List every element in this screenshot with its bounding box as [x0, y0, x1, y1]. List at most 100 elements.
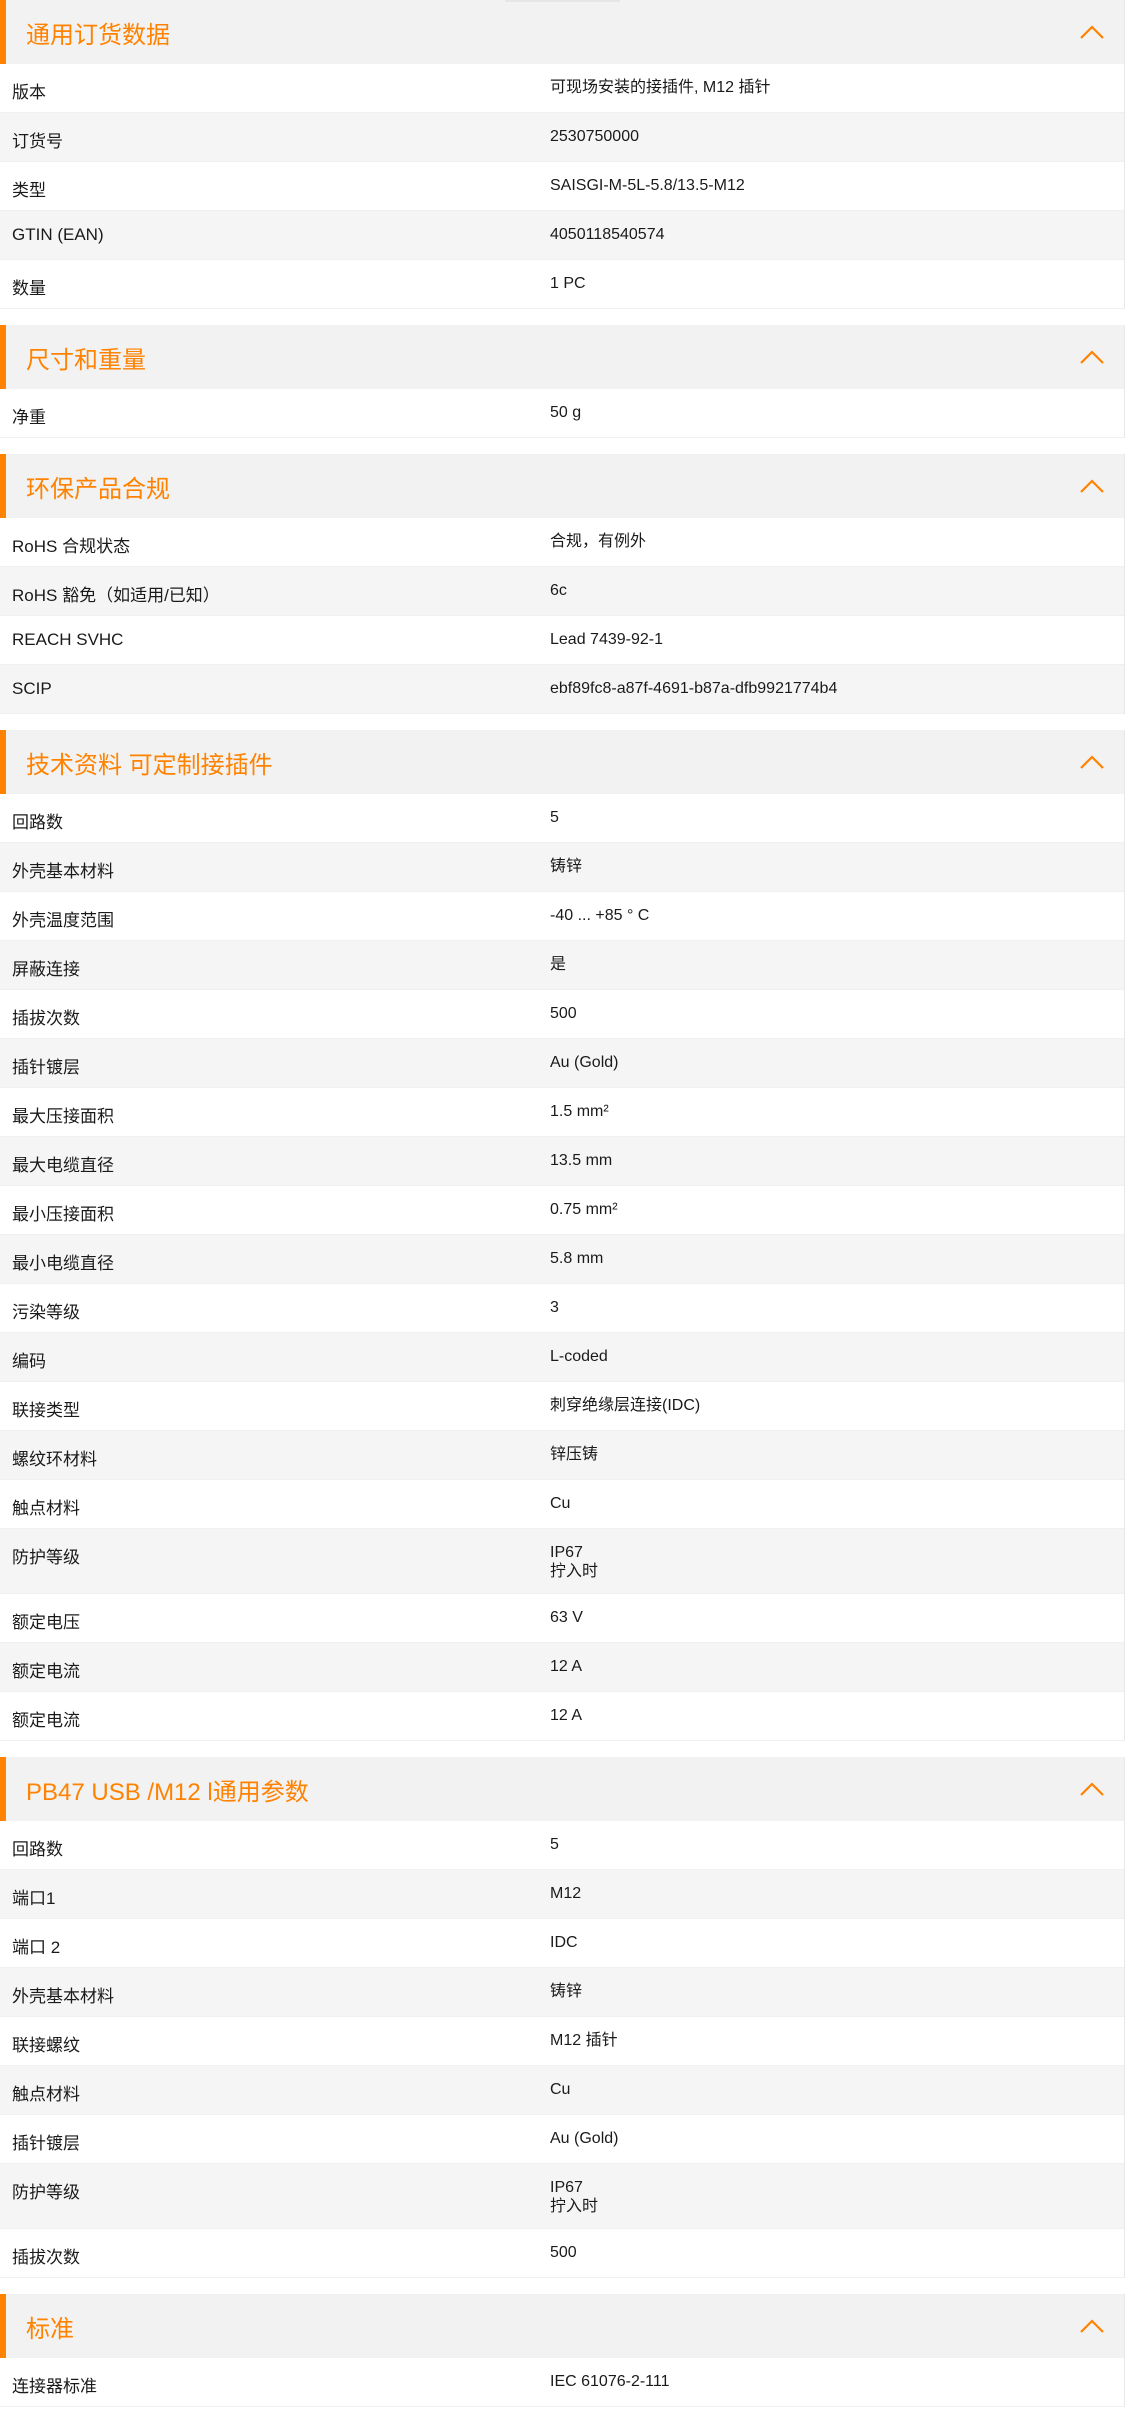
- row-value: 12 A: [550, 1707, 583, 1724]
- section-table: 回路数 5 外壳基本材料 铸锌 外壳温度范围 -40 ... +85 ° C 屏蔽连接 是插拔…: [0, 794, 1124, 1741]
- spec-section: 尺寸和重量净重 50 g: [0, 325, 1125, 438]
- row-value: -40 ... +85 ° C: [550, 907, 650, 924]
- row-value: 50 g: [550, 404, 582, 421]
- row-value: IP67 拧入时: [550, 2179, 599, 2215]
- section-header[interactable]: 标准: [0, 2294, 1124, 2358]
- row-value: 13.5 mm: [550, 1152, 613, 1169]
- row-value: M12 插针: [550, 2032, 618, 2049]
- top-divider: [505, 0, 620, 2]
- table-row: 额定电流 12 A: [0, 1643, 1124, 1692]
- row-value: 刺穿绝缘层连接(IDC): [550, 1397, 701, 1414]
- row-value: 1 PC: [550, 275, 586, 292]
- section-title: 技术资料 可定制接插件: [26, 751, 273, 779]
- row-label: 数量: [12, 279, 46, 298]
- table-row: 插针镀层 Au (Gold): [0, 2115, 1124, 2164]
- table-row: 编码 L-coded: [0, 1333, 1124, 1382]
- spec-section: 标准 连接器标准 IEC 61076-2-111: [0, 2294, 1125, 2407]
- row-value: 5: [550, 809, 559, 826]
- row-label: 端口1: [12, 1889, 56, 1908]
- row-value: 12 A: [550, 1658, 583, 1675]
- table-row: 插拔次数 500: [0, 2229, 1124, 2278]
- row-label: RoHS 豁免（如适用/已知）: [12, 586, 220, 605]
- row-label: 最大电缆直径: [12, 1156, 114, 1175]
- chevron-up-icon[interactable]: [1076, 746, 1108, 778]
- row-label: 净重: [12, 408, 46, 427]
- table-row: RoHS 豁免（如适用/已知） 6c: [0, 567, 1124, 616]
- spec-section: 通用订货数据 版本 可现场安装的接插件, M12 插针 订货号 2530750000 类型…: [0, 0, 1125, 309]
- row-value: 铸锌: [550, 1983, 583, 2000]
- table-row: 连接器标准 IEC 61076-2-111: [0, 2358, 1124, 2407]
- row-label: 额定电流: [12, 1711, 80, 1730]
- row-value: 6c: [550, 582, 567, 599]
- chevron-up-icon[interactable]: [1076, 1773, 1108, 1805]
- row-value: 铸锌: [550, 858, 583, 875]
- row-value: 500: [550, 2244, 577, 2261]
- row-label: RoHS 合规状态: [12, 537, 131, 556]
- table-row: 最小电缆直径 5.8 mm: [0, 1235, 1124, 1284]
- row-value: 锌压铸: [550, 1446, 599, 1463]
- table-row: 端口 2 IDC: [0, 1919, 1124, 1968]
- row-value: IP67 拧入时: [550, 1544, 599, 1580]
- section-header[interactable]: 环保产品合规: [0, 454, 1124, 518]
- table-row: RoHS 合规状态 合规，有例外: [0, 518, 1124, 567]
- row-value: Lead 7439-92-1: [550, 631, 663, 648]
- section-header[interactable]: 通用订货数据: [0, 0, 1124, 64]
- row-label: 螺纹环材料: [12, 1450, 97, 1469]
- section-title: 通用订货数据: [26, 21, 170, 49]
- section-title: 尺寸和重量: [26, 346, 146, 374]
- table-row: 插针镀层 Au (Gold): [0, 1039, 1124, 1088]
- table-row: 插拔次数 500: [0, 990, 1124, 1039]
- row-value: Cu: [550, 2081, 571, 2098]
- row-value: ebf89fc8-a87f-4691-b87a-dfb9921774b4: [550, 680, 838, 697]
- row-label: 连接器标准: [12, 2377, 97, 2396]
- chevron-up-icon[interactable]: [1076, 2310, 1108, 2342]
- table-row: 回路数 5: [0, 1821, 1124, 1870]
- row-value: 5: [550, 1836, 559, 1853]
- chevron-up-icon[interactable]: [1076, 16, 1108, 48]
- row-label: 回路数: [12, 1840, 63, 1859]
- table-row: 联接类型 刺穿绝缘层连接(IDC): [0, 1382, 1124, 1431]
- chevron-up-icon[interactable]: [1076, 470, 1108, 502]
- row-label: 额定电流: [12, 1662, 80, 1681]
- table-row: 防护等级 IP67 拧入时: [0, 2164, 1124, 2229]
- table-row: 外壳基本材料 铸锌: [0, 843, 1124, 892]
- row-value: 0.75 mm²: [550, 1201, 618, 1218]
- row-label: 最小电缆直径: [12, 1254, 114, 1273]
- section-header[interactable]: 尺寸和重量: [0, 325, 1124, 389]
- section-title: 环保产品合规: [26, 475, 170, 503]
- table-row: 触点材料 Cu: [0, 2066, 1124, 2115]
- table-row: 防护等级 IP67 拧入时: [0, 1529, 1124, 1594]
- table-row: SCIP ebf89fc8-a87f-4691-b87a-dfb9921774b4: [0, 665, 1124, 714]
- row-value: L-coded: [550, 1348, 608, 1365]
- table-row: 数量 1 PC: [0, 260, 1124, 309]
- table-row: 端口1 M12: [0, 1870, 1124, 1919]
- table-row: REACH SVHC Lead 7439-92-1: [0, 616, 1124, 665]
- row-value: 2530750000: [550, 128, 639, 145]
- table-row: 回路数 5: [0, 794, 1124, 843]
- section-header[interactable]: 技术资料 可定制接插件: [0, 730, 1124, 794]
- spec-page: 通用订货数据 版本 可现场安装的接插件, M12 插针 订货号 2530750000 类型…: [0, 0, 1125, 2407]
- row-label: 订货号: [12, 132, 63, 151]
- row-label: 插拔次数: [12, 1009, 80, 1028]
- table-row: 螺纹环材料 锌压铸: [0, 1431, 1124, 1480]
- row-value: 1.5 mm²: [550, 1103, 609, 1120]
- row-value: 是: [550, 956, 567, 973]
- table-row: 最大电缆直径 13.5 mm: [0, 1137, 1124, 1186]
- row-value: IDC: [550, 1934, 578, 1951]
- row-value: 5.8 mm: [550, 1250, 604, 1267]
- row-label: 联接类型: [12, 1401, 80, 1420]
- row-label: 触点材料: [12, 1499, 80, 1518]
- row-label: 外壳基本材料: [12, 1987, 114, 2006]
- chevron-up-icon[interactable]: [1076, 341, 1108, 373]
- table-row: 最大压接面积 1.5 mm²: [0, 1088, 1124, 1137]
- table-row: 触点材料 Cu: [0, 1480, 1124, 1529]
- spec-section: 技术资料 可定制接插件回路数 5 外壳基本材料 铸锌外壳温度范围 -40 ... +85…: [0, 730, 1125, 1741]
- table-row: 联接螺纹 M12 插针: [0, 2017, 1124, 2066]
- section-header[interactable]: PB47 USB /M12 l通用参数: [0, 1757, 1124, 1821]
- row-label: 最小压接面积: [12, 1205, 114, 1224]
- table-row: 外壳基本材料 铸锌: [0, 1968, 1124, 2017]
- section-table: 连接器标准 IEC 61076-2-111: [0, 2358, 1124, 2407]
- row-value: Cu: [550, 1495, 571, 1512]
- row-label: 外壳温度范围: [12, 911, 114, 930]
- row-value: 合规，有例外: [550, 533, 647, 550]
